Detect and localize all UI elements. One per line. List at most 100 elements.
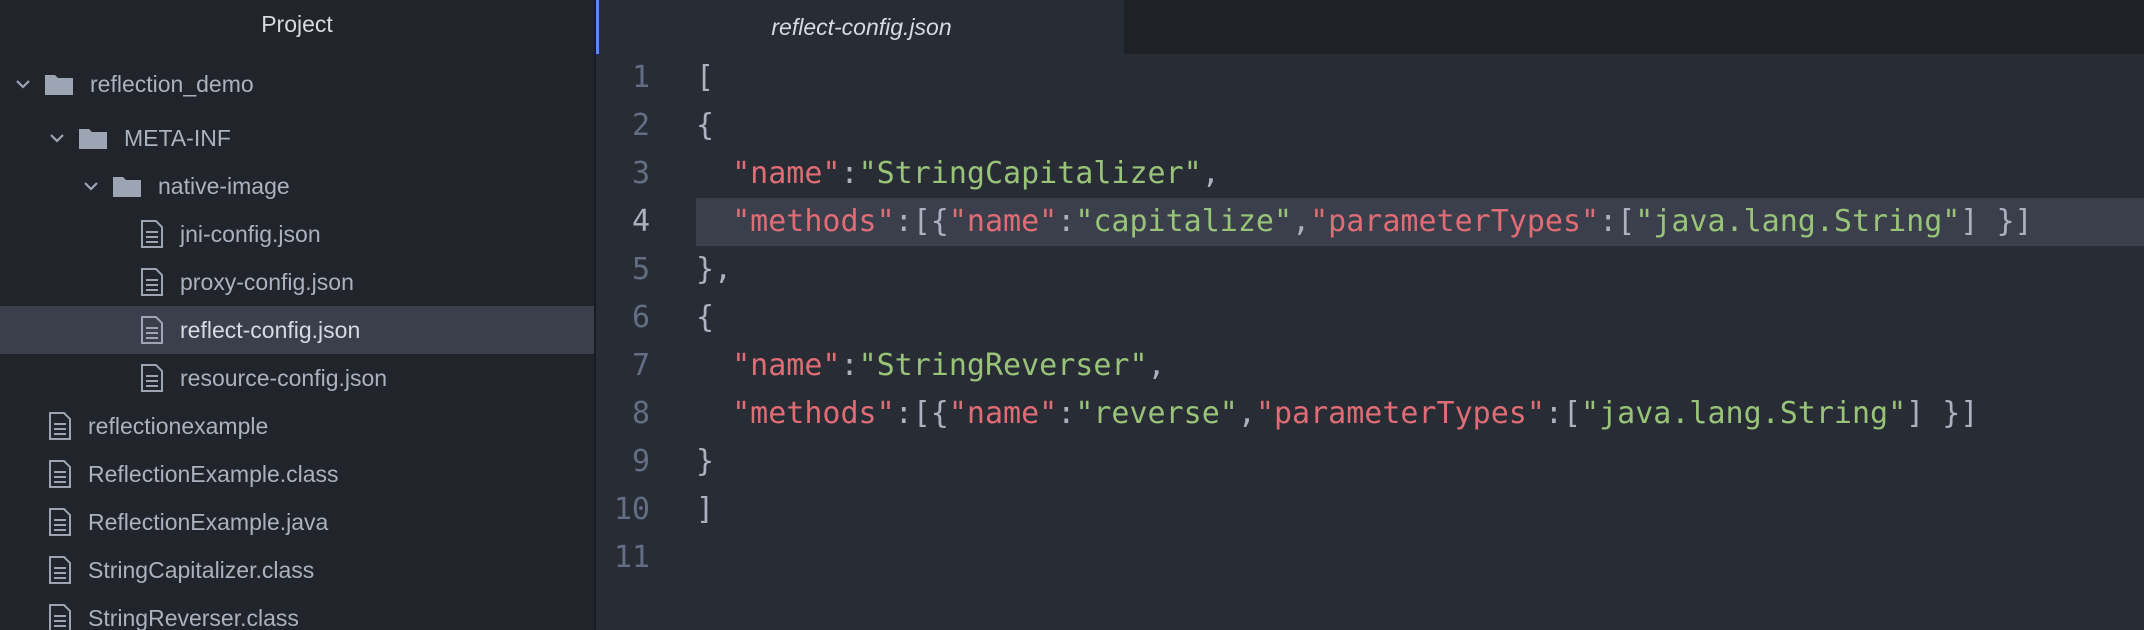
tree-folder-reflection-demo[interactable]: reflection_demo [0, 60, 594, 108]
json-punctuation-token: }, [696, 252, 733, 287]
code-text: } [696, 438, 2144, 486]
tab-bar: reflect-config.json [596, 0, 2144, 54]
code-line[interactable]: 3 "name":"StringCapitalizer", [596, 150, 2144, 198]
json-punctuation-token: :[ [1599, 204, 1636, 239]
tree-item-label: resource-config.json [180, 364, 388, 391]
json-punctuation-token: : [1057, 204, 1076, 239]
code-line[interactable]: 7 "name":"StringReverser", [596, 342, 2144, 390]
json-punctuation-token: ] }] [1960, 204, 2033, 239]
file-icon [140, 220, 164, 248]
tab-label: reflect-config.json [771, 13, 952, 40]
chevron-down-icon[interactable] [48, 129, 66, 147]
file-icon [48, 556, 72, 584]
code-text: "name":"StringReverser", [696, 342, 2144, 390]
line-number: 2 [631, 108, 650, 143]
json-key-token: "name" [732, 156, 841, 191]
json-string-token: "reverse" [1075, 396, 1238, 431]
tree-item-label: META-INF [124, 124, 231, 151]
tree-file-resource-config-json[interactable]: resource-config.json [0, 354, 594, 402]
json-punctuation-token: : [840, 156, 859, 191]
code-line[interactable]: 1[ [596, 54, 2144, 102]
folder-icon [112, 174, 142, 198]
json-punctuation-token: ] [696, 492, 715, 527]
code-line[interactable]: 10] [596, 486, 2144, 534]
code-line[interactable]: 9} [596, 438, 2144, 486]
tab-reflect-config[interactable]: reflect-config.json [596, 0, 1124, 54]
json-punctuation-token: , [1147, 348, 1166, 383]
json-punctuation-token: :[{ [894, 204, 949, 239]
file-icon [140, 316, 164, 344]
tree-file-stringcapitalizer-class[interactable]: StringCapitalizer.class [0, 546, 594, 594]
tree-item-label: reflectionexample [88, 412, 269, 439]
json-punctuation-token [696, 204, 732, 239]
json-key-token: "methods" [732, 204, 895, 239]
json-punctuation-token [696, 348, 732, 383]
code-text: ] [696, 486, 2144, 534]
file-icon [140, 364, 164, 392]
tree-file-proxy-config-json[interactable]: proxy-config.json [0, 258, 594, 306]
code-line[interactable]: 2{ [596, 102, 2144, 150]
json-punctuation-token: { [696, 108, 715, 143]
tree-folder-native-image[interactable]: native-image [0, 162, 594, 210]
code-text: "methods":[{"name":"reverse","parameterT… [696, 390, 2144, 438]
json-punctuation-token: :[{ [894, 396, 949, 431]
line-number: 4 [631, 204, 650, 239]
chevron-down-icon[interactable] [14, 75, 32, 93]
tree-file-reflect-config-json[interactable]: reflect-config.json [0, 306, 594, 354]
json-string-token: "capitalize" [1075, 204, 1293, 239]
tree-file-reflectionexample[interactable]: reflectionexample [0, 402, 594, 450]
tree-file-reflectionexample-class[interactable]: ReflectionExample.class [0, 450, 594, 498]
json-key-token: "name" [732, 348, 841, 383]
json-string-token: "java.lang.String" [1635, 204, 1961, 239]
project-sidebar: Project reflection_demo META-INF native-im… [0, 0, 594, 630]
folder-icon [78, 126, 108, 150]
json-string-token: "StringCapitalizer" [858, 156, 1202, 191]
tree-item-label: ReflectionExample.java [88, 508, 329, 535]
tree-item-label: jni-config.json [180, 220, 321, 247]
tree-file-reflectionexample-java[interactable]: ReflectionExample.java [0, 498, 594, 546]
json-key-token: "methods" [732, 396, 895, 431]
line-number: 6 [631, 300, 650, 335]
json-key-token: "name" [948, 396, 1058, 431]
json-punctuation-token: , [1237, 396, 1256, 431]
file-icon [48, 412, 72, 440]
code-text: { [696, 102, 2144, 150]
code-line[interactable]: 6{ [596, 294, 2144, 342]
json-punctuation-token: { [696, 300, 715, 335]
code-text: { [696, 294, 2144, 342]
json-punctuation-token: : [1057, 396, 1076, 431]
code-text: }, [696, 246, 2144, 294]
code-line[interactable]: 5}, [596, 246, 2144, 294]
code-text: [ [696, 54, 2144, 102]
json-punctuation-token: , [1201, 156, 1220, 191]
json-key-token: "name" [948, 204, 1058, 239]
json-punctuation-token: ] }] [1906, 396, 1979, 431]
line-number: 8 [631, 396, 650, 431]
line-number: 5 [631, 252, 650, 287]
json-punctuation-token [696, 396, 732, 431]
code-line[interactable]: 11 [596, 534, 2144, 582]
code-line[interactable]: 8 "methods":[{"name":"reverse","paramete… [596, 390, 2144, 438]
tree-folder-meta-inf[interactable]: META-INF [0, 114, 594, 162]
tree-item-label: StringCapitalizer.class [88, 556, 315, 583]
tree-item-label: proxy-config.json [180, 268, 354, 295]
json-string-token: "StringReverser" [858, 348, 1148, 383]
file-icon [48, 604, 72, 630]
tree-item-label: reflect-config.json [180, 316, 361, 343]
json-punctuation-token: } [696, 444, 715, 479]
line-number: 3 [631, 156, 650, 191]
code-text: "name":"StringCapitalizer", [696, 150, 2144, 198]
json-punctuation-token: :[ [1544, 396, 1582, 431]
tree-item-label: ReflectionExample.class [88, 460, 339, 487]
json-punctuation-token [696, 156, 732, 191]
tree-file-stringreverser-class[interactable]: StringReverser.class [0, 594, 594, 630]
code-area[interactable]: 1[2{3 "name":"StringCapitalizer", 4 "meth… [596, 54, 2144, 630]
code-line[interactable]: 4 "methods":[{"name":"capitalize","param… [596, 198, 2144, 246]
line-number: 11 [613, 540, 650, 575]
folder-icon [44, 72, 74, 96]
tree-file-jni-config-json[interactable]: jni-config.json [0, 210, 594, 258]
json-string-token: "java.lang.String" [1581, 396, 1907, 431]
line-number: 1 [631, 60, 650, 95]
chevron-down-icon[interactable] [82, 177, 100, 195]
